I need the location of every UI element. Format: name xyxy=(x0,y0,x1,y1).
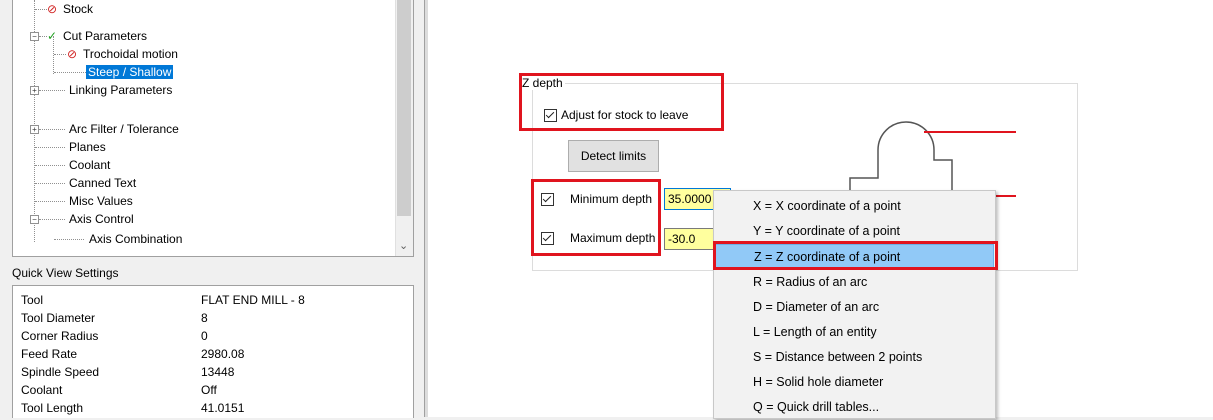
tree-item-axis-combination[interactable]: Axis Combination xyxy=(87,230,184,248)
coordinate-context-menu: X = X coordinate of a point Y = Y coordi… xyxy=(713,190,996,419)
menu-item-l[interactable]: L = Length of an entity xyxy=(715,320,994,345)
menu-item-d[interactable]: D = Diameter of an arc xyxy=(715,295,994,320)
menu-item-r[interactable]: R = Radius of an arc xyxy=(715,270,994,295)
annotation-box xyxy=(713,241,998,270)
annotation-box xyxy=(519,73,724,131)
tree-scrollbar[interactable]: ⌄ xyxy=(395,0,413,256)
menu-item-h[interactable]: H = Solid hole diameter xyxy=(715,370,994,395)
tree-connector xyxy=(39,129,65,130)
menu-item-q[interactable]: Q = Quick drill tables... xyxy=(715,395,994,420)
collapse-icon[interactable]: − xyxy=(30,215,39,224)
no-entry-icon: ⊘ xyxy=(47,2,58,16)
tree-connector xyxy=(35,165,65,166)
menu-item-x[interactable]: X = X coordinate of a point xyxy=(715,194,994,219)
operation-tree[interactable]: ⊘ Stock − ✓ Cut Parameters ⊘ Trochoidal mot… xyxy=(12,0,414,257)
maximum-depth-input[interactable]: -30.0 xyxy=(664,228,715,250)
tree-item-linking-parameters[interactable]: Linking Parameters xyxy=(67,81,174,99)
quick-view-settings: Tool FLAT END MILL - 8 Tool Diameter 8 Cor… xyxy=(12,285,414,418)
tree-connector xyxy=(34,222,35,242)
quick-view-title: Quick View Settings xyxy=(12,266,119,280)
tree-item-canned-text[interactable]: Canned Text xyxy=(67,174,138,192)
tree-item-coolant[interactable]: Coolant xyxy=(67,156,112,174)
tree-connector xyxy=(35,147,65,148)
tree-connector xyxy=(35,183,65,184)
tree-connector xyxy=(39,90,65,91)
tree-item-trochoidal-motion[interactable]: ⊘ Trochoidal motion xyxy=(67,45,180,63)
tree-item-axis-control[interactable]: Axis Control xyxy=(67,210,136,228)
tree-item-stock[interactable]: ⊘ Stock xyxy=(47,0,95,18)
checkmark-icon: ✓ xyxy=(47,29,58,43)
expand-icon[interactable]: + xyxy=(30,86,39,95)
tree-connector xyxy=(54,239,84,240)
tree-connector xyxy=(39,36,47,37)
tree-connector xyxy=(54,54,66,55)
tree-item-steep-shallow[interactable]: Steep / Shallow xyxy=(86,63,174,81)
tree-connector xyxy=(39,219,65,220)
collapse-icon[interactable]: − xyxy=(30,32,39,41)
chevron-down-icon[interactable]: ⌄ xyxy=(399,239,408,252)
detect-limits-button[interactable]: Detect limits xyxy=(568,140,659,172)
no-entry-icon: ⊘ xyxy=(67,47,78,61)
tree-item-arc-filter-tolerance[interactable]: Arc Filter / Tolerance xyxy=(67,120,181,138)
tree-item-planes[interactable]: Planes xyxy=(67,138,108,156)
scroll-thumb[interactable] xyxy=(397,0,411,216)
menu-item-s[interactable]: S = Distance between 2 points xyxy=(715,345,994,370)
parameters-panel: Z depth Adjust for stock to leave Detect… xyxy=(428,0,1213,419)
tree-connector xyxy=(35,9,47,10)
tree-connector xyxy=(35,201,65,202)
expand-icon[interactable]: + xyxy=(30,125,39,134)
annotation-box xyxy=(531,179,661,256)
left-panel: ⊘ Stock − ✓ Cut Parameters ⊘ Trochoidal mot… xyxy=(0,0,424,418)
tree-connector xyxy=(54,72,86,73)
tree-item-cut-parameters[interactable]: ✓ Cut Parameters xyxy=(47,27,149,45)
tree-item-misc-values[interactable]: Misc Values xyxy=(67,192,135,210)
